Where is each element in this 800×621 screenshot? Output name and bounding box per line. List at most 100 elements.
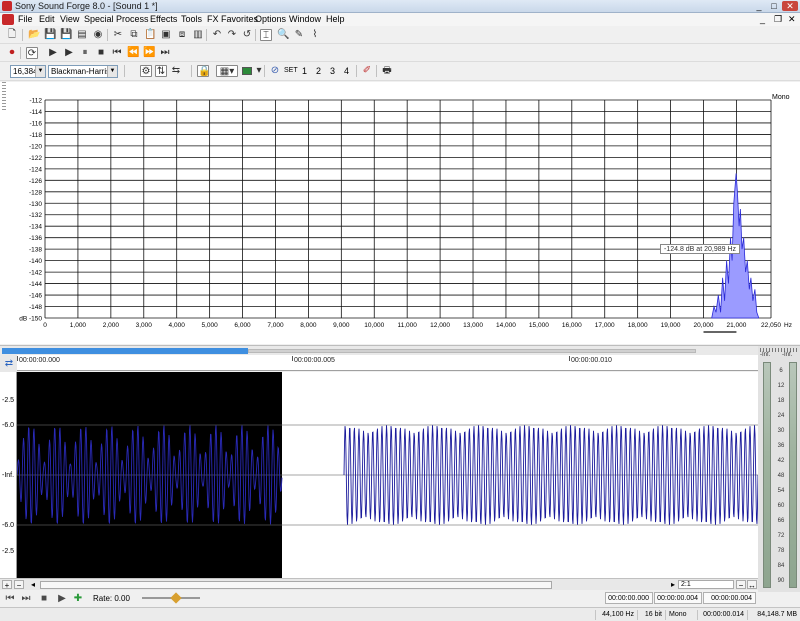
stop-icon[interactable]: ■ [38,593,50,605]
new-file-icon[interactable]: 🗋 [6,29,18,41]
waveform-display[interactable] [17,372,758,578]
save-all-icon[interactable]: ▤ [76,29,88,41]
horizontal-scroll-row: + − ◂ ▸ 2:1 − ↔ [0,578,758,590]
trim-icon[interactable]: ▥ [192,29,204,41]
save-as-icon[interactable]: 💾 [60,29,72,41]
zoom-fit-icon[interactable]: ↔ [747,580,757,590]
color-swatch-icon[interactable] [242,67,252,75]
menu-options[interactable]: Options [255,14,286,24]
maximize-button[interactable]: □ [767,1,781,11]
minimize-button[interactable]: _ [752,1,766,11]
go-to-start-icon[interactable]: ⏮ [111,47,123,59]
crop-icon[interactable]: ⧈ [176,29,188,41]
pause-icon[interactable]: ⏸ [79,47,91,59]
cut-icon[interactable]: ✂ [112,29,124,41]
status-sample-rate[interactable]: 44,100 Hz [595,610,637,620]
menu-edit[interactable]: Edit [39,14,55,24]
menu-fx-favorites[interactable]: FX Favorites [207,14,258,24]
y-tick-label: -136 [29,235,42,242]
go-to-end-icon[interactable]: ⏭ [20,593,32,605]
undo-icon[interactable]: ↶ [211,29,223,41]
window-function-select[interactable]: Blackman-Harris ▼ [48,65,118,78]
set-snapshot-button[interactable]: SET [284,67,298,74]
overview-selection[interactable] [2,348,248,354]
envelope-tool-icon[interactable]: ⌇ [309,29,321,41]
zoom-out-icon[interactable]: − [14,580,24,590]
mdi-close-button[interactable]: ✕ [788,14,796,25]
display-mode-icon[interactable]: ⇆ [170,65,182,77]
menu-process[interactable]: Process [116,14,149,24]
stop-icon[interactable]: ■ [95,47,107,59]
meter-bar-left [763,362,771,588]
meter-right-peak[interactable]: -Inf. [782,352,792,358]
menu-file[interactable]: File [18,14,33,24]
redo-icon[interactable]: ↷ [226,29,238,41]
paste-icon[interactable]: 📋 [144,29,156,41]
graph-type-icon[interactable]: ▦▾ [216,65,238,77]
clear-icon[interactable]: ⊘ [269,65,281,77]
go-to-end-icon[interactable]: ⏭ [159,47,171,59]
play-icon[interactable]: ▶ [63,47,75,59]
time-ruler[interactable]: 00:00:00.000 00:00:00.005 00:00:00.010 [17,355,758,371]
menu-window[interactable]: Window [289,14,321,24]
edit-curve-icon[interactable]: ✐ [361,65,373,77]
loop-icon[interactable]: ⟳ [26,47,38,59]
forward-icon[interactable]: ⏩ [143,47,155,59]
waveform-pane[interactable]: -2.5 -6.0 -Inf. -6.0 -2.5 [0,372,758,578]
spectrum-pane[interactable]: -112 -114 -116 -118 -120 -122 -124 -126 -128 -130… [0,82,800,344]
zoom-ratio[interactable]: 2:1 [678,580,734,589]
mix-icon[interactable]: ▣ [160,29,172,41]
snapshot-2-button[interactable]: 2 [316,66,321,76]
edit-tool-icon[interactable]: ⌶ [260,29,272,41]
scroll-right-icon[interactable]: ▸ [668,580,678,589]
meter-left-peak[interactable]: -Inf. [760,352,770,358]
snapshot-3-button[interactable]: 3 [330,66,335,76]
overview-bar[interactable] [0,345,800,355]
status-channels[interactable]: Mono [665,610,697,620]
print-icon[interactable]: 🖶 [381,65,393,77]
mdi-minimize-button[interactable]: _ [760,14,765,24]
selection-end-field[interactable]: 00:00:00.004 [654,592,702,604]
magnify-tool-icon[interactable]: 🔍 [277,29,289,41]
separator [206,29,207,41]
zoom-in-icon[interactable]: + [2,580,12,590]
scroll-left-icon[interactable]: ◂ [28,580,38,589]
render-icon[interactable]: ◉ [92,29,104,41]
menu-effects[interactable]: Effects [150,14,177,24]
zoom-level-in-icon[interactable]: − [736,580,746,590]
snapshot-4-button[interactable]: 4 [344,66,349,76]
lock-icon[interactable]: 🔒 [197,65,210,77]
settings-icon[interactable]: ⚙ [140,65,152,77]
save-icon[interactable]: 💾 [44,29,56,41]
open-icon[interactable]: 📂 [28,29,40,41]
close-button[interactable]: ✕ [782,1,798,11]
selection-length-field[interactable]: 00:00:00.004 [703,592,756,604]
menu-view[interactable]: View [60,14,79,24]
x-tick-label: 20,000 [694,322,714,329]
pencil-tool-icon[interactable]: ✎ [293,29,305,41]
channel-icon[interactable]: ⇅ [155,65,167,77]
add-marker-icon[interactable]: ✚ [72,593,84,605]
record-icon[interactable]: ⏺ [6,47,18,59]
rewind-icon[interactable]: ⏪ [127,47,139,59]
snap-icon[interactable]: ⇄ [3,358,15,370]
status-bit-depth[interactable]: 16 bit [637,610,665,620]
play-all-icon[interactable]: ▶ [47,47,59,59]
go-to-start-icon[interactable]: ⏮ [4,593,16,605]
mdi-restore-button[interactable]: ❐ [774,14,782,25]
selection-start-field[interactable]: 00:00:00.000 [605,592,653,604]
document-icon[interactable] [2,14,14,25]
play-icon[interactable]: ▶ [56,593,68,605]
menu-special[interactable]: Special [84,14,114,24]
fft-size-select[interactable]: 16,384 ▼ [10,65,46,78]
rate-slider[interactable] [142,592,200,604]
overview-track[interactable] [248,349,696,353]
snapshot-1-button[interactable]: 1 [302,66,307,76]
copy-icon[interactable]: ⧉ [128,29,140,41]
scroll-thumb[interactable] [40,581,552,589]
rate-slider-knob[interactable] [170,592,182,604]
menu-help[interactable]: Help [326,14,345,24]
ruler-corner[interactable]: ⇄ [0,355,17,372]
repeat-icon[interactable]: ↺ [241,29,253,41]
menu-tools[interactable]: Tools [181,14,202,24]
